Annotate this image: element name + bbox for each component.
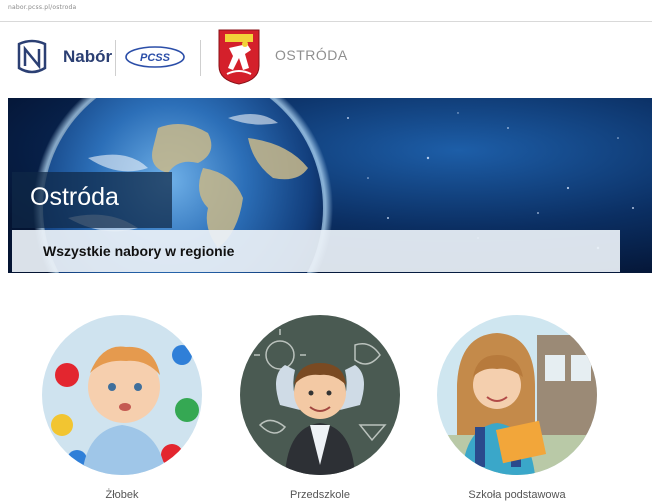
hero-title: Ostróda — [30, 183, 119, 211]
pcss-logo-text: PCSS — [140, 52, 171, 64]
hero-subtitle: Wszystkie nabory w regionie — [43, 243, 235, 259]
url-text: nabor.pcss.pl/ostroda — [8, 4, 77, 11]
pcss-logo-icon[interactable]: PCSS — [124, 44, 188, 70]
category-label[interactable]: Szkoła podstawowa — [437, 489, 597, 501]
top-strip: nabor.pcss.pl/ostroda — [0, 0, 652, 22]
city-crest-icon — [218, 29, 260, 85]
category-card-przedszkole[interactable]: Przedszkole — [240, 315, 400, 501]
category-label[interactable]: Żłobek — [42, 489, 202, 501]
brand-label[interactable]: Nabór — [63, 47, 112, 67]
category-label[interactable]: Przedszkole — [240, 489, 400, 501]
divider — [200, 40, 201, 76]
hero-subtitle-bar: Wszystkie nabory w regionie — [12, 230, 620, 272]
category-card-zlobek[interactable]: Żłobek — [42, 315, 202, 501]
preschooler-photo-icon[interactable] — [240, 315, 400, 475]
site-header: Nabór PCSS OSTRÓDA — [0, 22, 652, 98]
city-label: OSTRÓDA — [275, 47, 348, 63]
divider — [115, 40, 116, 76]
nabor-logo-icon[interactable] — [15, 38, 49, 76]
schoolgirl-photo-icon[interactable] — [437, 315, 597, 475]
category-card-szkola-podstawowa[interactable]: Szkoła podstawowa — [437, 315, 597, 501]
toddler-photo-icon[interactable] — [42, 315, 202, 475]
hero-title-box: Ostróda — [12, 172, 172, 228]
